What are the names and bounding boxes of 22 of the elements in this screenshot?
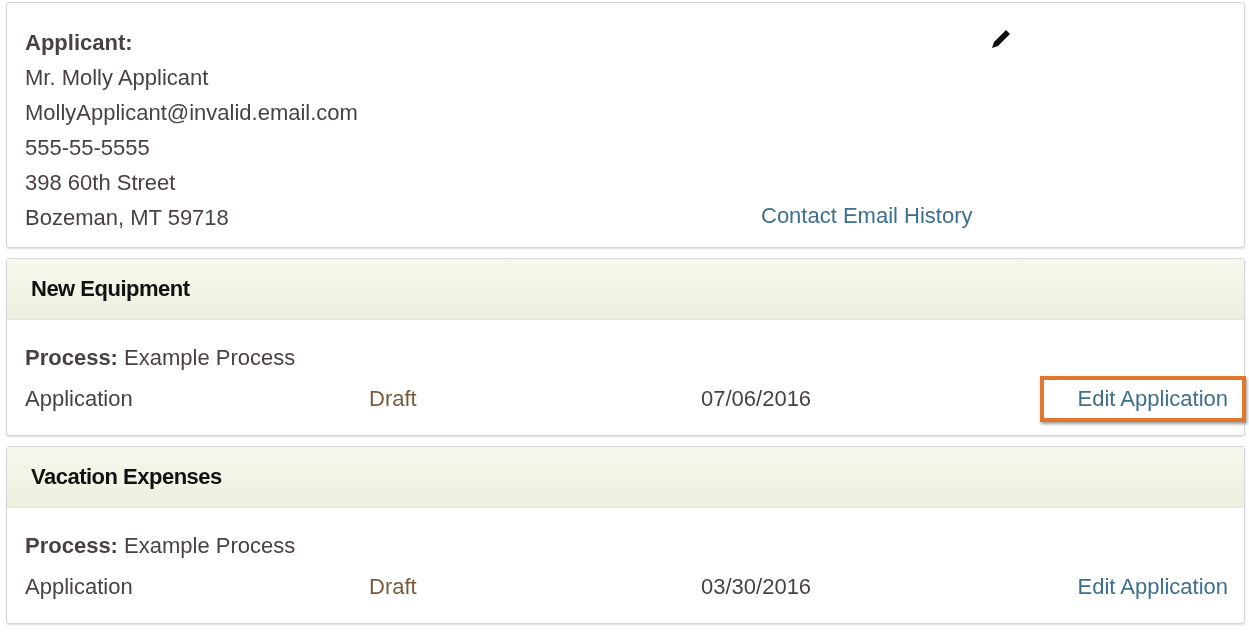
pencil-icon[interactable]: [989, 27, 1013, 51]
process-label: Process:: [25, 345, 118, 370]
application-title: Vacation Expenses: [31, 464, 222, 490]
applicant-detail: Bozeman, MT 59718: [25, 204, 230, 232]
contact-email-history-link[interactable]: Contact Email History: [761, 203, 973, 229]
process-label: Process:: [25, 533, 118, 558]
application-date: 07/06/2016: [701, 386, 813, 412]
applicant-heading: Applicant:: [25, 29, 134, 57]
application-status: Draft: [369, 386, 418, 412]
application-status: Draft: [369, 574, 418, 600]
applicant-detail: 398 60th Street: [25, 169, 177, 197]
applicant-detail: 555-55-5555: [25, 134, 151, 162]
process-name: Example Process: [124, 533, 296, 558]
applicant-detail: Mr. Molly Applicant: [25, 64, 210, 92]
applicant-detail: MollyApplicant@invalid.email.com: [25, 99, 359, 127]
process-name: Example Process: [124, 345, 296, 370]
application-date: 03/30/2016: [701, 574, 813, 600]
edit-application-link[interactable]: Edit Application: [1039, 376, 1246, 422]
application-title: New Equipment: [31, 276, 190, 302]
edit-application-link[interactable]: Edit Application: [1039, 564, 1246, 610]
application-type: Application: [25, 386, 134, 412]
application-type: Application: [25, 574, 134, 600]
